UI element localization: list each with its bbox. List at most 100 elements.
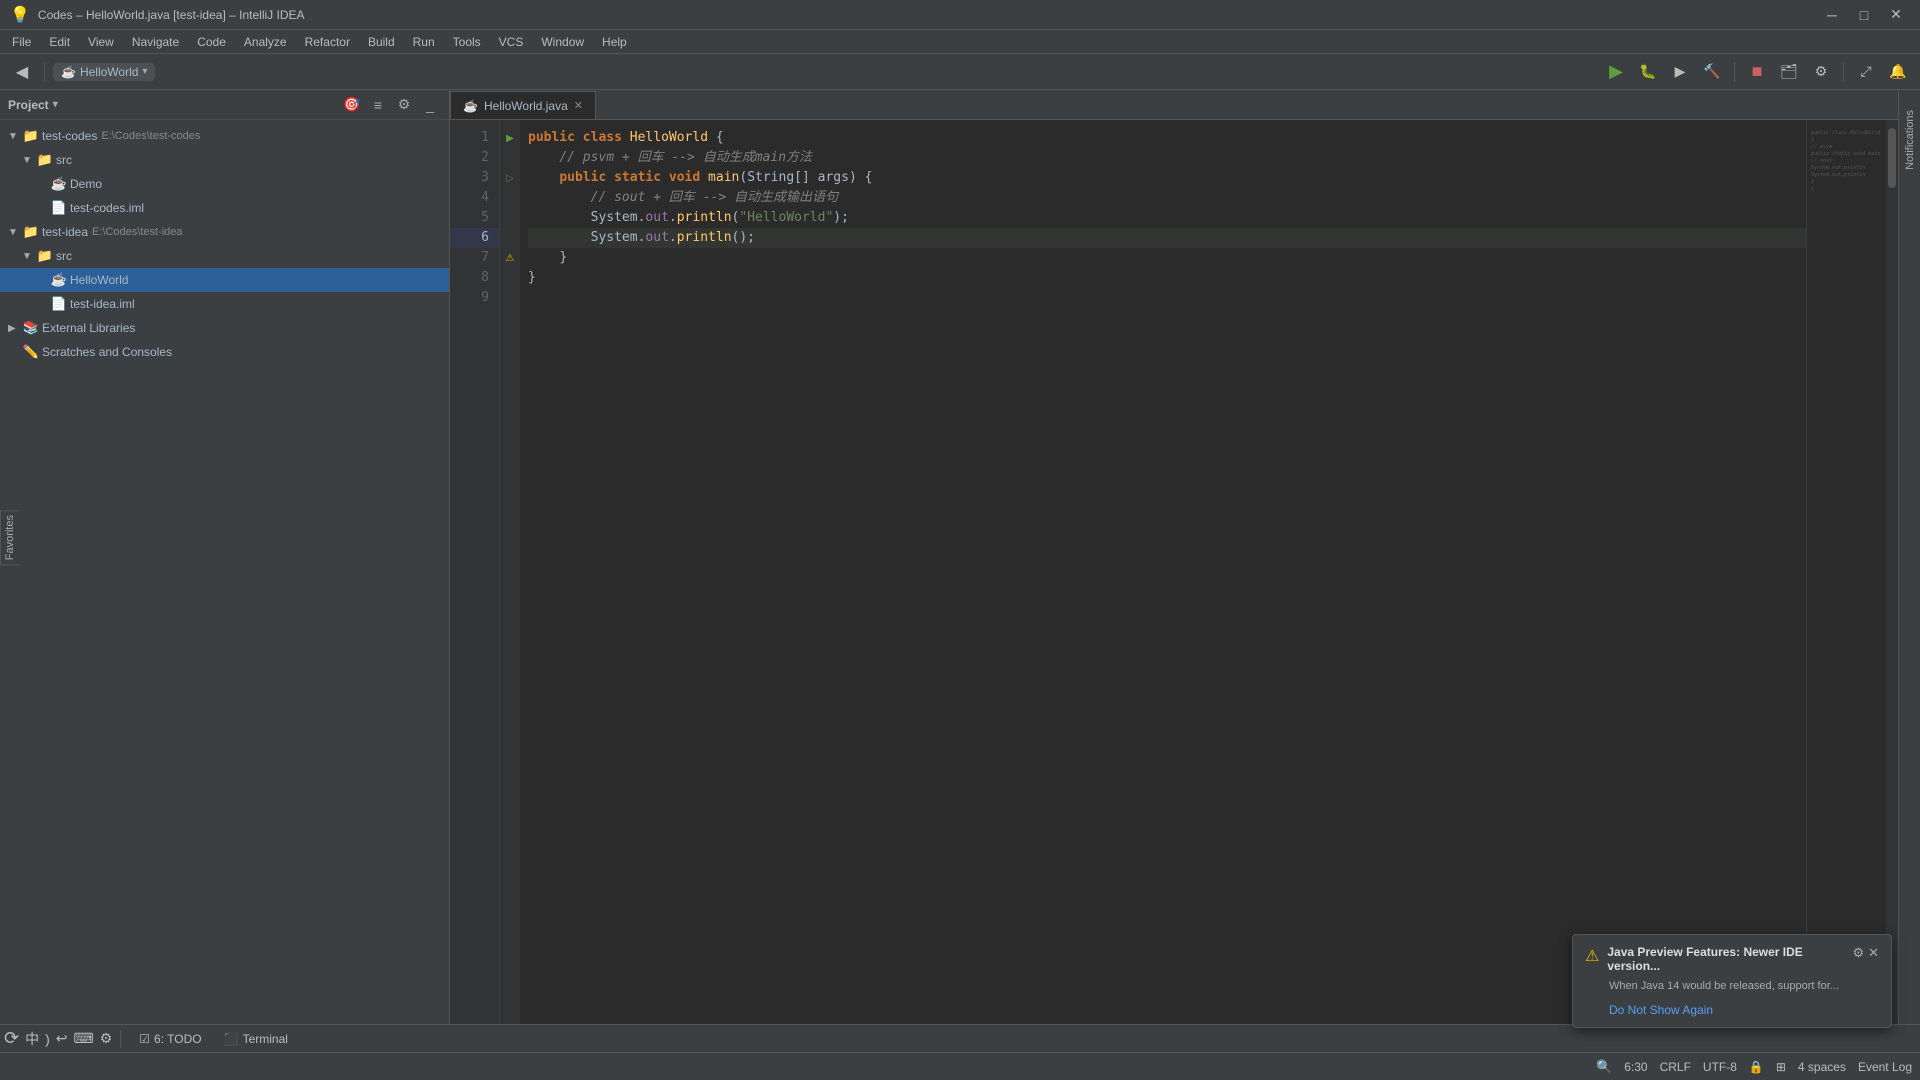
menu-window[interactable]: Window <box>533 33 592 51</box>
menu-navigate[interactable]: Navigate <box>124 33 187 51</box>
menu-edit[interactable]: Edit <box>41 33 78 51</box>
close-button[interactable]: ✕ <box>1882 5 1910 25</box>
notification-settings-btn[interactable]: ⚙ <box>1852 945 1864 961</box>
bottom-left-icons: ⟳ 中 ) ↩ ⌨ ⚙ <box>4 1028 112 1049</box>
menu-bar: File Edit View Navigate Code Analyze Ref… <box>0 30 1920 54</box>
title-bar: 💡 Codes – HelloWorld.java [test-idea] – … <box>0 0 1920 30</box>
menu-vcs[interactable]: VCS <box>491 33 532 51</box>
tree-item-scratches[interactable]: ✏️ Scratches and Consoles <box>0 340 449 364</box>
bottom-icon-1: 中 <box>25 1029 39 1049</box>
status-search-icon[interactable]: 🔍 <box>1596 1059 1612 1075</box>
title-bar-controls: ─ □ ✕ <box>1818 5 1910 25</box>
status-encoding[interactable]: UTF-8 <box>1703 1060 1737 1074</box>
editor-scrollbar[interactable] <box>1886 120 1898 1024</box>
tree-item-src-1[interactable]: ▼ 📁 src <box>0 148 449 172</box>
menu-refactor[interactable]: Refactor <box>297 33 358 51</box>
bottom-icon-keyboard[interactable]: ⌨ <box>74 1030 94 1047</box>
right-sidebar-notifications-tab[interactable]: Notifications <box>1902 102 1918 178</box>
run-config-selector[interactable]: ☕ HelloWorld ▾ <box>53 63 155 81</box>
menu-tools[interactable]: Tools <box>445 33 489 51</box>
gutter-3[interactable]: ▷ <box>500 168 520 188</box>
panel-settings-btn[interactable]: ⚙ <box>393 94 415 116</box>
run-coverage-button[interactable]: ▶ <box>1666 58 1694 86</box>
panel-collapse-btn[interactable]: ≡ <box>367 94 389 116</box>
notifications-button[interactable]: 🔔 <box>1884 58 1912 86</box>
panel-title-label: Project <box>8 98 49 112</box>
run-button[interactable]: ▶ <box>1602 58 1630 86</box>
right-sidebar: Notifications <box>1898 90 1920 1024</box>
bottom-tabs: ⟳ 中 ) ↩ ⌨ ⚙ ☑ 6: TODO ⬛ Terminal <box>0 1024 1920 1052</box>
tree-item-test-codes-iml[interactable]: 📄 test-codes.iml <box>0 196 449 220</box>
editor-tab-label: HelloWorld.java <box>484 99 568 113</box>
bottom-tab-terminal[interactable]: ⬛ Terminal <box>214 1028 298 1050</box>
tree-item-test-idea-iml[interactable]: 📄 test-idea.iml <box>0 292 449 316</box>
tree-arrow-src-2: ▼ <box>22 251 36 262</box>
tree-item-test-codes[interactable]: ▼ 📁 test-codes E:\Codes\test-codes <box>0 124 449 148</box>
menu-analyze[interactable]: Analyze <box>236 33 295 51</box>
tree-item-demo[interactable]: ☕ Demo <box>0 172 449 196</box>
toolbar-separator-3 <box>1843 62 1844 82</box>
status-event-log[interactable]: Event Log <box>1858 1060 1912 1074</box>
app-label: Codes – HelloWorld.java [test-idea] – In… <box>38 8 305 22</box>
warn-marker-7: ⚠ <box>506 253 515 264</box>
tree-item-test-idea[interactable]: ▼ 📁 test-idea E:\Codes\test-idea <box>0 220 449 244</box>
debug-button[interactable]: 🐛 <box>1634 58 1662 86</box>
gutter-8 <box>500 268 520 288</box>
code-editor[interactable]: 1 2 3 4 5 6 7 8 9 ▶ ▷ ⚠ <box>450 120 1898 1024</box>
code-line-3: public static void main(String[] args) { <box>528 168 1806 188</box>
module-icon-test-idea: 📁 <box>22 224 40 240</box>
tree-label-helloworld: HelloWorld <box>70 273 128 287</box>
expand-button[interactable]: ⤢ <box>1852 58 1880 86</box>
tree-item-helloworld[interactable]: ☕ HelloWorld <box>0 268 449 292</box>
gutter-7[interactable]: ⚠ <box>500 248 520 268</box>
gutter-1[interactable]: ▶ <box>500 128 520 148</box>
panel-minimize-btn[interactable]: _ <box>419 94 441 116</box>
code-line-5: System.out.println("HelloWorld"); <box>528 208 1806 228</box>
bottom-icon-3: ↩ <box>56 1030 68 1047</box>
bottom-tab-todo-label: 6: TODO <box>154 1032 202 1046</box>
status-bar: 🔍 6:30 CRLF UTF-8 🔒 ⊞ 4 spaces Event Log <box>0 1052 1920 1080</box>
menu-file[interactable]: File <box>4 33 39 51</box>
maximize-button[interactable]: □ <box>1850 5 1878 25</box>
favorites-tab[interactable]: Favorites <box>0 510 19 565</box>
run-config-label: HelloWorld <box>80 65 138 79</box>
panel-title-arrow[interactable]: ▾ <box>53 99 58 110</box>
menu-code[interactable]: Code <box>189 33 234 51</box>
menu-build[interactable]: Build <box>360 33 403 51</box>
status-right: 🔍 6:30 CRLF UTF-8 🔒 ⊞ 4 spaces Event Log <box>1596 1059 1912 1075</box>
notification-popup: ⚠ Java Preview Features: Newer IDE versi… <box>1572 934 1892 1028</box>
build-button[interactable]: 🔨 <box>1698 58 1726 86</box>
tree-item-external-libraries[interactable]: ▶ 📚 External Libraries <box>0 316 449 340</box>
tree-label-test-codes-iml: test-codes.iml <box>70 201 144 215</box>
bottom-tab-todo[interactable]: ☑ 6: TODO <box>129 1028 211 1050</box>
editor-tab-close[interactable]: ✕ <box>574 99 583 112</box>
notification-close-btn[interactable]: ✕ <box>1868 945 1879 961</box>
run-markers-gutter: ▶ ▷ ⚠ <box>500 120 520 1024</box>
tree-arrow-test-idea: ▼ <box>8 227 22 238</box>
stop-button[interactable]: ■ <box>1743 58 1771 86</box>
status-indent[interactable]: 4 spaces <box>1798 1060 1846 1074</box>
tree-arrow-src-1: ▼ <box>22 155 36 166</box>
bottom-icon-settings[interactable]: ⚙ <box>100 1030 113 1047</box>
minimize-button[interactable]: ─ <box>1818 5 1846 25</box>
settings-button[interactable]: ⚙ <box>1807 58 1835 86</box>
line-num-1: 1 <box>450 128 499 148</box>
code-line-4: // sout + 回车 --> 自动生成输出语句 <box>528 188 1806 208</box>
bottom-tab-terminal-label: Terminal <box>243 1032 288 1046</box>
notification-do-not-show-link[interactable]: Do Not Show Again <box>1609 1003 1713 1017</box>
tree-item-src-2[interactable]: ▼ 📁 src <box>0 244 449 268</box>
code-content[interactable]: public class HelloWorld { // psvm + 回车 -… <box>520 120 1806 1024</box>
back-button[interactable]: ◀ <box>8 58 36 86</box>
toolbar: ◀ ☕ HelloWorld ▾ ▶ 🐛 ▶ 🔨 ■ 🗂 ⚙ ⤢ 🔔 <box>0 54 1920 90</box>
gutter-2 <box>500 148 520 168</box>
editor-tab-helloworld[interactable]: ☕ HelloWorld.java ✕ <box>450 91 596 119</box>
menu-help[interactable]: Help <box>594 33 635 51</box>
status-line-col[interactable]: 6:30 <box>1624 1060 1647 1074</box>
status-line-ending[interactable]: CRLF <box>1660 1060 1691 1074</box>
tree-path-test-idea: E:\Codes\test-idea <box>92 226 183 238</box>
menu-view[interactable]: View <box>80 33 122 51</box>
line-num-8: 8 <box>450 268 499 288</box>
menu-run[interactable]: Run <box>405 33 443 51</box>
project-structure-button[interactable]: 🗂 <box>1775 58 1803 86</box>
panel-locate-btn[interactable]: 🎯 <box>341 94 363 116</box>
